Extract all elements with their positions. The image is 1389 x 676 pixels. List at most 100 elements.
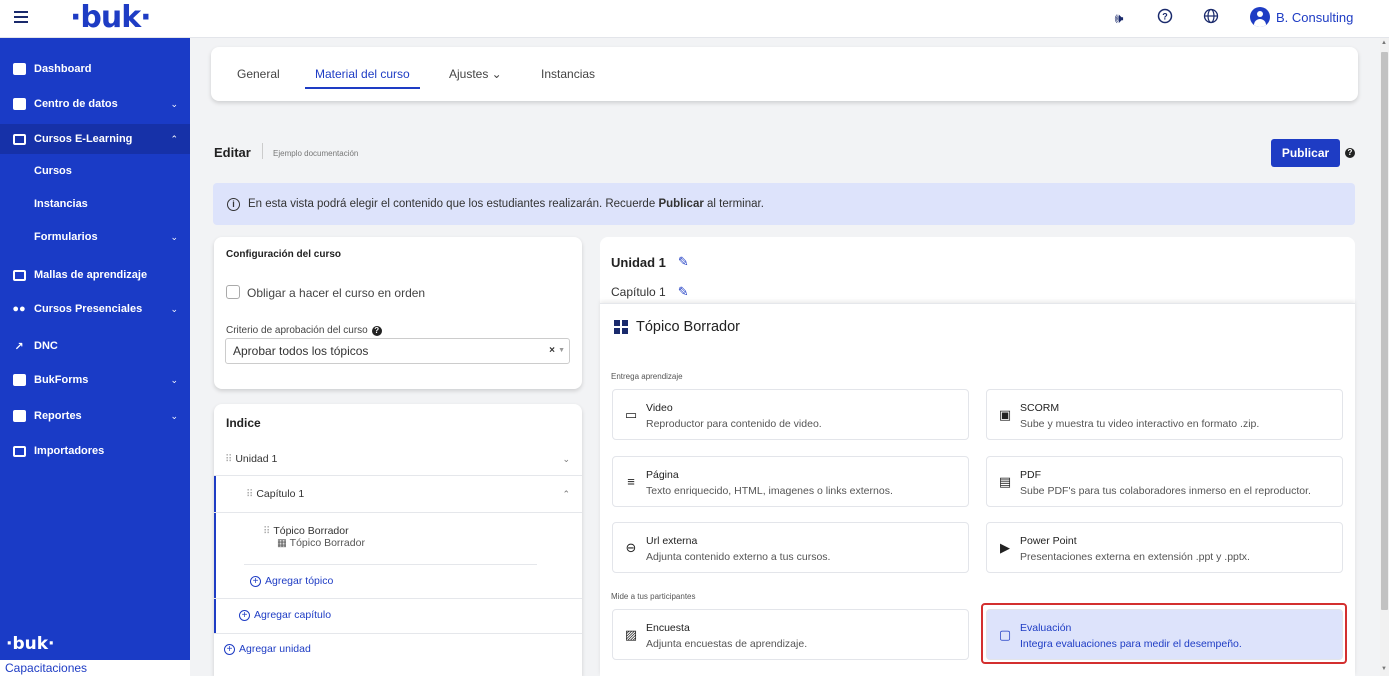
option-desc: Adjunta contenido externo a tus cursos. (646, 551, 831, 563)
sidebar-item-label: BukForms (34, 374, 89, 386)
scroll-up-icon[interactable]: ▲ (1381, 40, 1387, 46)
survey-icon: ▨ (624, 627, 638, 642)
sidebar-subitem-formularios[interactable]: Formularios ⌄ (0, 223, 190, 251)
sidebar-subitem-cursos[interactable]: Cursos (0, 157, 190, 185)
unit-header: Unidad 1 ✎ (611, 254, 689, 270)
sidebar-logo: ·buk· (6, 634, 55, 654)
chevron-down-icon[interactable]: ▼ (558, 339, 565, 363)
info-text: En esta vista podrá elegir el contenido … (248, 198, 656, 210)
megaphone-icon[interactable]: 🕪 (1109, 8, 1129, 28)
scroll-thumb[interactable] (1381, 52, 1388, 610)
clear-icon[interactable]: × (549, 339, 555, 363)
index-unit-row[interactable]: ⠿ Unidad 1 ⌄ (214, 444, 582, 476)
scroll-down-icon[interactable]: ▼ (1381, 666, 1387, 672)
user-menu[interactable]: B. Consulting (1250, 7, 1353, 27)
option-pdf[interactable]: ▤ PDF Sube PDF's para tus colaboradores … (986, 456, 1343, 507)
index-title: Indice (226, 416, 261, 430)
info-icon: i (227, 197, 240, 211)
edit-pencil-icon[interactable]: ✎ (678, 284, 689, 300)
chapter-header: Capítulo 1 ✎ (611, 284, 689, 300)
option-desc: Texto enriquecido, HTML, imagenes o link… (646, 485, 893, 497)
criteria-label-text: Criterio de aprobación del curso (226, 325, 368, 336)
topic-grid-icon: ▦ (277, 537, 287, 549)
slideshow-icon: ▶ (1000, 540, 1010, 555)
topic-grid-icon (614, 320, 628, 334)
index-topic-item[interactable]: ⠿ Tópico Borrador ▦ Tópico Borrador (263, 525, 365, 549)
add-topic-link[interactable]: + Agregar tópico (250, 575, 333, 587)
page-scrollbar[interactable]: ▲ ▼ (1380, 38, 1389, 676)
criteria-select[interactable]: Aprobar todos los tópicos × ▼ (225, 338, 570, 364)
config-title: Configuración del curso (226, 249, 342, 260)
sidebar-item-label: Centro de datos (34, 98, 118, 110)
publish-help-icon[interactable]: ? (1345, 148, 1355, 158)
sidebar-item-cursos-presenciales[interactable]: ●● Cursos Presenciales ⌄ (0, 294, 190, 324)
top-bar: ·buk· 🕪 ? B. Consulting (0, 0, 1389, 38)
option-scorm[interactable]: ▣ SCORM Sube y muestra tu video interact… (986, 389, 1343, 440)
sidebar-item-bukforms[interactable]: BukForms ⌄ (0, 365, 190, 395)
option-encuesta[interactable]: ▨ Encuesta Adjunta encuestas de aprendiz… (612, 609, 969, 660)
tab-ajustes[interactable]: Ajustes ⌄ (449, 47, 502, 101)
sidebar-subitem-instancias[interactable]: Instancias (0, 190, 190, 218)
buk-logo[interactable]: ·buk· (70, 2, 152, 34)
chevron-down-icon: ⌄ (170, 374, 178, 385)
criteria-help-icon[interactable]: ? (371, 325, 382, 336)
edit-pencil-icon[interactable]: ✎ (678, 254, 689, 270)
chevron-down-icon: ⌄ (170, 303, 178, 314)
sidebar-item-dnc[interactable]: ↗ DNC (0, 331, 190, 361)
sidebar-item-reportes[interactable]: Reportes ⌄ (0, 401, 190, 431)
option-title: Página (646, 469, 679, 481)
sidebar-item-centro-datos[interactable]: Centro de datos ⌄ (0, 89, 190, 119)
option-pagina[interactable]: ≡ Página Texto enriquecido, HTML, imagen… (612, 456, 969, 507)
database-icon (12, 98, 26, 111)
sidebar-item-label: Reportes (34, 410, 82, 422)
chevron-up-icon[interactable]: ⌃ (562, 476, 570, 512)
sidebar-item-importadores[interactable]: Importadores (0, 436, 190, 466)
play-icon (12, 133, 26, 146)
book-icon (12, 269, 26, 282)
order-checkbox[interactable] (226, 285, 240, 299)
clipboard-icon (12, 374, 26, 387)
tab-general[interactable]: General (237, 47, 280, 101)
publish-button[interactable]: Publicar (1271, 139, 1340, 167)
drag-handle-icon[interactable]: ⠿ (246, 489, 253, 500)
drag-handle-icon[interactable]: ⠿ (225, 454, 232, 465)
sidebar-subitem-label: Formularios (34, 231, 98, 243)
add-unit-link[interactable]: + Agregar unidad (224, 643, 311, 655)
option-title: Encuesta (646, 622, 690, 634)
tab-instancias[interactable]: Instancias (541, 47, 595, 101)
divider (214, 633, 582, 634)
option-power-point[interactable]: ▶ Power Point Presentaciones externa en … (986, 522, 1343, 573)
title-divider (262, 143, 263, 159)
info-banner: i En esta vista podrá elegir el contenid… (213, 183, 1355, 225)
sidebar-item-mallas[interactable]: Mallas de aprendizaje (0, 260, 190, 290)
globe-icon[interactable] (1201, 8, 1221, 28)
criteria-select-value: Aprobar todos los tópicos (233, 344, 369, 358)
sidebar-item-dashboard[interactable]: Dashboard (0, 54, 190, 84)
page-title: Editar (214, 145, 251, 160)
option-title: PDF (1020, 469, 1041, 481)
help-icon[interactable]: ? (1155, 8, 1175, 28)
option-desc: Reproductor para contenido de video. (646, 418, 822, 430)
chapter-title: Capítulo 1 (611, 285, 666, 299)
divider (214, 598, 582, 599)
add-chapter-label: Agregar capítulo (254, 609, 332, 621)
plus-circle-icon: + (239, 609, 250, 621)
hamburger-menu-icon[interactable] (14, 11, 28, 23)
unit-title: Unidad 1 (611, 254, 666, 270)
drag-handle-icon[interactable]: ⠿ (263, 526, 270, 537)
tab-material-del-curso[interactable]: Material del curso (305, 47, 420, 101)
info-text-end: al terminar. (707, 198, 764, 210)
option-video[interactable]: ▭ Video Reproductor para contenido de vi… (612, 389, 969, 440)
order-checkbox-label[interactable]: Obligar a hacer el curso en orden (247, 286, 425, 300)
plus-circle-icon: + (250, 575, 261, 587)
index-topic-sublabel: Tópico Borrador (289, 537, 365, 549)
add-chapter-link[interactable]: + Agregar capítulo (239, 609, 331, 621)
sidebar-item-cursos-elearning[interactable]: Cursos E-Learning ⌃ (0, 124, 190, 154)
option-url-externa[interactable]: ⊖ Url externa Adjunta contenido externo … (612, 522, 969, 573)
chevron-down-icon[interactable]: ⌄ (562, 444, 570, 474)
chevron-up-icon: ⌃ (170, 133, 178, 144)
option-desc: Adjunta encuestas de aprendizaje. (646, 638, 808, 650)
dashboard-icon (12, 63, 26, 76)
criteria-label: Criterio de aprobación del curso ? (226, 325, 382, 336)
index-chapter-row[interactable]: ⠿ Capítulo 1 ⌃ (214, 476, 582, 513)
